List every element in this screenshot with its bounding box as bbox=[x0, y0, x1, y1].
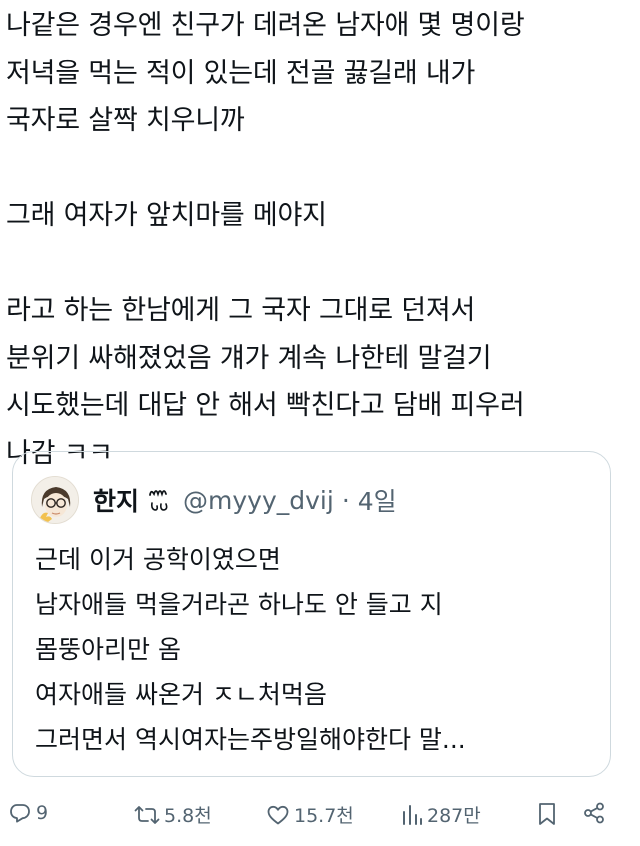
reply-button[interactable]: 9 bbox=[8, 801, 48, 825]
like-count: 15.7천 bbox=[294, 805, 354, 827]
action-bar: 9 5.8천 15.7천 287만 bbox=[0, 792, 640, 842]
post-line bbox=[6, 240, 626, 288]
share-icon bbox=[584, 802, 604, 824]
quoted-line: 그러면서 역시여자는주방일해야한다 말... bbox=[35, 725, 466, 754]
views-count: 287만 bbox=[427, 805, 481, 827]
repost-count: 5.8천 bbox=[164, 805, 212, 827]
bookmark-icon bbox=[539, 803, 555, 825]
post-line: 그래 여자가 앞치마를 메야지 bbox=[6, 200, 327, 231]
heart-icon bbox=[267, 805, 289, 824]
reply-count: 9 bbox=[36, 802, 49, 824]
avatar[interactable] bbox=[31, 476, 79, 524]
quoted-line: 남자애들 먹을거라곤 하나도 안 들고 지 bbox=[35, 590, 443, 619]
repost-arrows-icon bbox=[134, 805, 160, 824]
quoted-line: 몸뚱아리만 옴 bbox=[35, 635, 181, 664]
post-line: 저녁을 먹는 적이 있는데 전골 끓길래 내가 bbox=[6, 57, 476, 89]
post-line: 라고 하는 한남에게 그 국자 그대로 던져서 bbox=[6, 295, 476, 326]
repost-button[interactable]: 5.8천 bbox=[134, 801, 212, 828]
handwritten-emoji-icon bbox=[147, 485, 173, 515]
quoted-post-header: 한지 @myyy_dvij · 4일 bbox=[31, 474, 397, 526]
post-line: 국자로 살짝 치우니까 bbox=[6, 105, 245, 136]
post-timestamp[interactable]: 4일 bbox=[358, 482, 397, 518]
quoted-line: 여자애들 싸온거 ㅈㄴ처먹음 bbox=[35, 680, 327, 709]
quoted-post-text: 근데 이거 공학이였으면 남자애들 먹을거라곤 하나도 안 들고 지 몸뚱아리만… bbox=[35, 537, 466, 762]
author-name[interactable]: 한지 bbox=[93, 482, 139, 518]
views-button[interactable]: 287만 bbox=[401, 801, 481, 828]
post-line: 시도했는데 대답 안 해서 빡친다고 담배 피우러 bbox=[6, 390, 525, 421]
like-button[interactable]: 15.7천 bbox=[266, 801, 354, 828]
post-line bbox=[6, 145, 626, 193]
bookmark-button[interactable] bbox=[536, 801, 558, 827]
share-button[interactable] bbox=[582, 801, 606, 825]
comment-bubble-icon bbox=[10, 804, 30, 823]
separator-dot: · bbox=[341, 485, 350, 515]
quoted-line: 근데 이거 공학이였으면 bbox=[35, 545, 281, 574]
post-line: 분위기 싸해졌었음 걔가 계속 나한테 말걸기 bbox=[6, 342, 492, 374]
bar-chart-icon bbox=[403, 804, 422, 825]
avatar-illustration bbox=[32, 477, 78, 523]
author-handle[interactable]: @myyy_dvij bbox=[183, 486, 334, 515]
quoted-post-card[interactable]: 한지 @myyy_dvij · 4일 근데 이거 공학이였으면 남자애들 먹을거… bbox=[12, 451, 611, 777]
post-text: 나같은 경우엔 친구가 데려온 남자애 몇 명이랑 저녁을 먹는 적이 있는데 … bbox=[6, 2, 626, 477]
post-line: 나같은 경우엔 친구가 데려온 남자애 몇 명이랑 bbox=[6, 10, 525, 41]
